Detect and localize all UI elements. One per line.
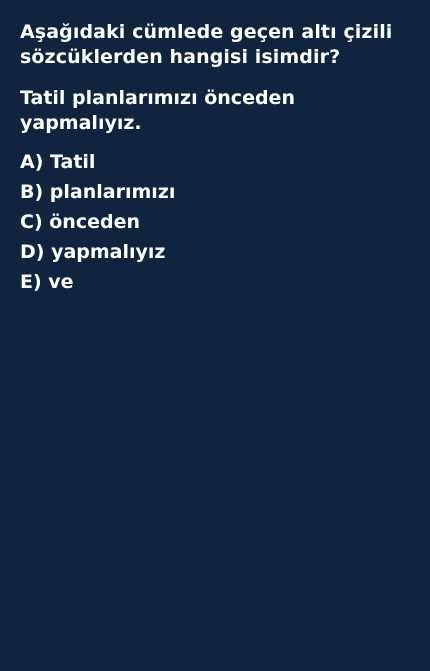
answer-options: A) Tatil B) planlarımızı C) önceden D) y… — [20, 147, 410, 297]
answer-option-c[interactable]: C) önceden — [20, 207, 410, 237]
answer-option-e[interactable]: E) ve — [20, 267, 410, 297]
quiz-page: Aşağıdaki cümlede geçen altı çizili sözc… — [0, 0, 430, 671]
answer-option-d[interactable]: D) yapmalıyız — [20, 237, 410, 267]
answer-option-a[interactable]: A) Tatil — [20, 147, 410, 177]
answer-option-b[interactable]: B) planlarımızı — [20, 177, 410, 207]
question-prompt: Aşağıdaki cümlede geçen altı çizili sözc… — [20, 21, 393, 68]
question-sentence: Tatil planlarımızı önceden yapmalıyız. — [20, 87, 295, 134]
